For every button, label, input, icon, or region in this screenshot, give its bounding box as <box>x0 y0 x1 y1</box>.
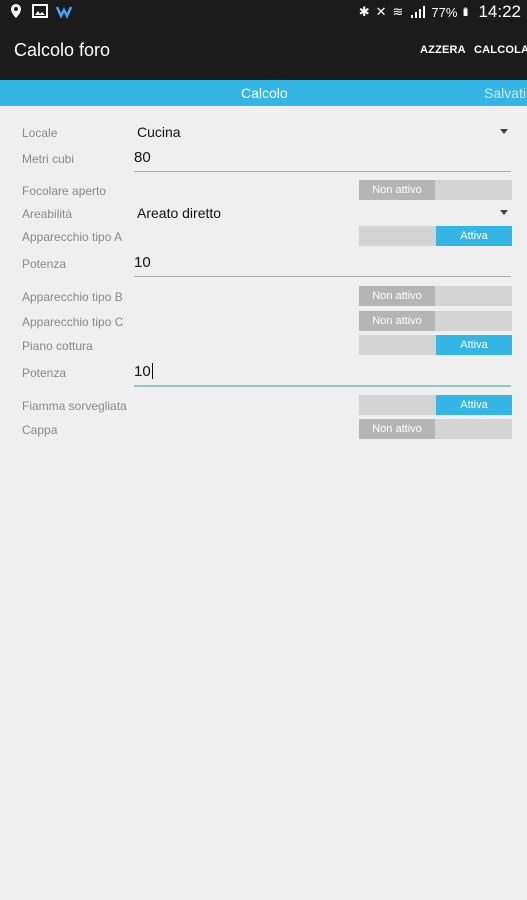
potenza-a-input[interactable]: 10 <box>134 254 151 271</box>
toggle-state: Attiva <box>436 226 512 246</box>
focolare-aperto-toggle[interactable]: Non attivo <box>359 180 512 200</box>
tab-salvati[interactable]: Salvati <box>484 85 526 101</box>
locale-spinner[interactable]: Cucina <box>137 124 181 140</box>
potenza-piano-value: 10 <box>134 363 151 380</box>
app-title: Calcolo foro <box>14 40 111 60</box>
fiamma-sorvegliata-toggle[interactable]: Attiva <box>359 395 512 415</box>
apparecchio-c-toggle[interactable]: Non attivo <box>359 311 512 331</box>
azzera-button[interactable]: AZZERA <box>420 44 466 56</box>
toggle-state: Attiva <box>436 335 512 355</box>
fiamma-sorvegliata-label: Fiamma sorvegliata <box>22 399 127 413</box>
location-icon <box>11 4 21 18</box>
app-notification-icon <box>56 6 72 19</box>
apparecchio-b-toggle[interactable]: Non attivo <box>359 286 512 306</box>
potenza-piano-underline <box>134 385 511 387</box>
toggle-state: Non attivo <box>359 180 435 200</box>
potenza-piano-label: Potenza <box>22 366 67 380</box>
toggle-state: Attiva <box>436 395 512 415</box>
wifi-icon: ≋ <box>392 4 404 19</box>
areabilita-dropdown-icon[interactable] <box>500 210 508 215</box>
toggle-state: Non attivo <box>359 311 435 331</box>
metri-cubi-underline <box>134 171 511 172</box>
app-bar: Calcolo foro AZZERA CALCOLA <box>0 24 527 80</box>
toggle-state: Non attivo <box>359 286 435 306</box>
locale-dropdown-icon[interactable] <box>500 129 508 134</box>
apparecchio-a-toggle[interactable]: Attiva <box>359 226 512 246</box>
status-bar: ✱ ✕ ≋ 77% 14:22 <box>0 0 527 24</box>
locale-label: Locale <box>22 126 58 140</box>
areabilita-spinner[interactable]: Areato diretto <box>137 205 221 221</box>
piano-cottura-label: Piano cottura <box>22 339 93 353</box>
apparecchio-c-label: Apparecchio tipo C <box>22 315 124 329</box>
metri-cubi-input[interactable]: 80 <box>134 149 151 166</box>
apparecchio-b-label: Apparecchio tipo B <box>22 290 123 304</box>
bluetooth-icon: ✱ <box>358 4 370 19</box>
calcola-button[interactable]: CALCOLA <box>474 44 527 56</box>
potenza-a-label: Potenza <box>22 257 67 271</box>
focolare-aperto-label: Focolare aperto <box>22 184 107 198</box>
potenza-a-underline <box>134 276 511 277</box>
tab-calcolo[interactable]: Calcolo <box>241 85 288 101</box>
cappa-label: Cappa <box>22 423 58 437</box>
gallery-icon <box>32 4 48 18</box>
areabilita-label: Areabilità <box>22 207 73 221</box>
battery-icon <box>464 7 468 16</box>
mute-icon: ✕ <box>375 4 387 19</box>
toggle-state: Non attivo <box>359 419 435 439</box>
clock: 14:22 <box>478 2 521 21</box>
apparecchio-a-label: Apparecchio tipo A <box>22 230 123 244</box>
signal-icon <box>411 6 426 18</box>
tab-bar: Calcolo Salvati <box>0 80 527 106</box>
piano-cottura-toggle[interactable]: Attiva <box>359 335 512 355</box>
cappa-toggle[interactable]: Non attivo <box>359 419 512 439</box>
metri-cubi-label: Metri cubi <box>22 152 75 166</box>
battery-level: 77% <box>431 4 458 20</box>
potenza-piano-input[interactable]: 10 <box>134 363 153 380</box>
text-cursor <box>151 363 153 379</box>
